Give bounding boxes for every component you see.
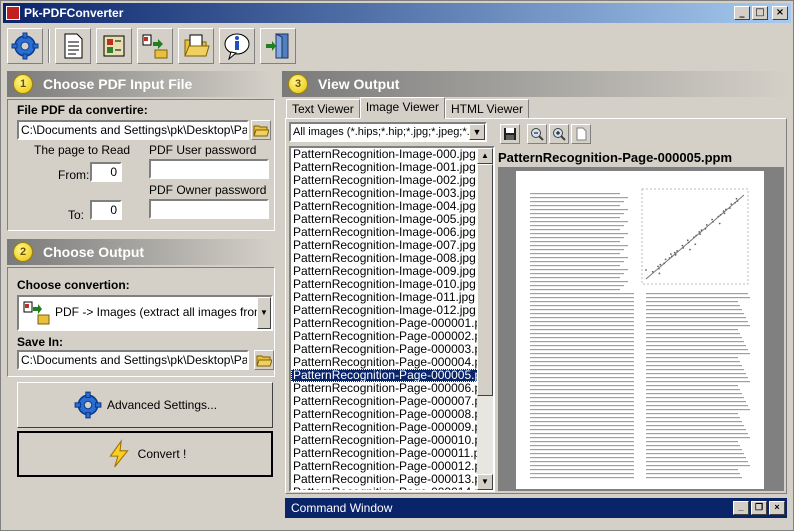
page-preview-image	[516, 171, 764, 489]
convert-label: Convert !	[137, 447, 187, 461]
open-folder-icon	[256, 355, 272, 367]
open-tool-button[interactable]	[178, 28, 214, 64]
toolbar-separator	[48, 29, 50, 63]
step-number-badge: 1	[13, 74, 33, 94]
document-page-thumbnail	[530, 188, 750, 479]
output-group: Choose convertion: PDF -> Images (extrac…	[7, 267, 275, 377]
scroll-up-arrow-icon[interactable]: ▲	[477, 148, 493, 164]
view-panel-header: 3 View Output	[282, 71, 791, 97]
info-icon	[224, 33, 250, 60]
open-folder-icon	[184, 34, 210, 57]
app-window: Pk-PDFConverter _ □ × 1 Choose PDF Input…	[0, 0, 794, 531]
preview-file-title: PatternRecognition-Page-000005.ppm	[498, 150, 733, 165]
app-icon	[6, 6, 20, 20]
input-panel-title: Choose PDF Input File	[43, 76, 193, 92]
scroll-down-arrow-icon[interactable]: ▼	[477, 474, 493, 490]
fit-page-button[interactable]	[571, 124, 591, 144]
from-page-field[interactable]: 0	[90, 162, 122, 182]
conversion-label: Choose convertion:	[17, 278, 130, 292]
user-password-label: PDF User password	[149, 143, 257, 157]
left-panel: 1 Choose PDF Input File File PDF da conv…	[7, 71, 275, 489]
file-list-item[interactable]: PatternRecognition-Page-000014.ppm	[291, 486, 493, 491]
book-tool-button[interactable]	[96, 28, 132, 64]
book-icon	[103, 35, 125, 57]
page-to-read-label: The page to Read	[34, 143, 131, 157]
zoom-in-icon	[553, 128, 566, 141]
file-type-filter-value: All images (*.hips;*.hip;*.jpg;*.jpeg;*.…	[293, 126, 487, 138]
input-panel-header: 1 Choose PDF Input File	[7, 71, 273, 97]
gear-icon	[74, 391, 102, 419]
viewer-tabs: Text Viewer Image Viewer HTML Viewer	[286, 97, 529, 119]
maximize-button[interactable]: □	[752, 6, 768, 20]
output-panel-header: 2 Choose Output	[7, 239, 273, 265]
close-button[interactable]: ×	[769, 501, 785, 515]
info-tool-button[interactable]	[219, 28, 255, 64]
view-panel-title: View Output	[318, 76, 400, 92]
convert-files-icon	[22, 299, 50, 325]
file-list[interactable]: PatternRecognition-Image-000.jpg PatternR…	[289, 146, 495, 492]
advanced-settings-button[interactable]: Advanced Settings...	[17, 382, 273, 428]
document-icon	[64, 33, 83, 59]
from-label: From:	[58, 168, 90, 182]
zoom-in-button[interactable]	[549, 124, 569, 144]
lightning-icon	[109, 439, 129, 468]
scrollbar-thumb[interactable]	[477, 164, 493, 396]
blank-page-icon	[576, 127, 587, 141]
close-button[interactable]: ×	[772, 6, 788, 20]
convert-button[interactable]: Convert !	[17, 431, 273, 477]
view-output-panel: 3 View Output Text Viewer Image Viewer H…	[282, 71, 791, 526]
owner-password-label: PDF Owner password	[149, 183, 267, 197]
minimize-button[interactable]: _	[734, 6, 750, 20]
browse-input-button[interactable]	[251, 120, 271, 140]
command-window-label: Command Window	[291, 501, 393, 515]
toolbar	[3, 25, 791, 67]
convert-tool-button[interactable]	[137, 28, 173, 64]
document-tool-button[interactable]	[55, 28, 91, 64]
file-list-scrollbar[interactable]: ▲ ▼	[477, 148, 493, 490]
exit-door-icon	[266, 33, 289, 59]
output-panel-title: Choose Output	[43, 244, 145, 260]
minimize-button[interactable]: _	[733, 501, 749, 515]
conversion-select[interactable]: PDF -> Images (extract all images from P…	[17, 295, 273, 331]
title-bar: Pk-PDFConverter _ □ ×	[3, 3, 791, 23]
zoom-out-button[interactable]	[527, 124, 547, 144]
restore-button[interactable]: ❐	[751, 501, 767, 515]
save-in-field[interactable]: C:\Documents and Settings\pk\Desktop\Pat…	[17, 350, 249, 370]
file-label: File PDF da convertire:	[17, 103, 148, 117]
advanced-settings-label: Advanced Settings...	[106, 398, 218, 412]
to-page-field[interactable]: 0	[90, 200, 122, 220]
zoom-out-icon	[531, 128, 544, 141]
save-image-button[interactable]	[500, 124, 520, 144]
to-label: To:	[68, 208, 85, 222]
convert-files-icon	[142, 34, 168, 59]
exit-tool-button[interactable]	[260, 28, 296, 64]
floppy-disk-icon	[504, 128, 516, 140]
command-window-bar[interactable]: Command Window _ ❐ ×	[285, 498, 787, 518]
browse-output-button[interactable]	[254, 350, 274, 370]
tab-text-viewer[interactable]: Text Viewer	[286, 99, 360, 119]
window-title: Pk-PDFConverter	[24, 6, 124, 20]
step-number-badge: 3	[288, 74, 308, 94]
open-folder-icon	[253, 125, 269, 137]
user-password-field[interactable]	[149, 159, 269, 179]
settings-tool-button[interactable]	[7, 28, 43, 64]
input-file-field[interactable]: C:\Documents and Settings\pk\Desktop\Pat…	[17, 120, 249, 140]
tab-image-viewer[interactable]: Image Viewer	[359, 97, 445, 119]
gear-icon	[11, 32, 39, 60]
image-preview-area[interactable]	[498, 167, 784, 491]
file-type-filter-select[interactable]: All images (*.hips;*.hip;*.jpg;*.jpeg;*.…	[289, 122, 487, 142]
save-in-label: Save In:	[17, 335, 64, 349]
owner-password-field[interactable]	[149, 199, 269, 219]
step-number-badge: 2	[13, 242, 33, 262]
input-file-group: File PDF da convertire: C:\Documents and…	[7, 99, 275, 231]
image-viewer-body: All images (*.hips;*.hip;*.jpg;*.jpeg;*.…	[285, 118, 787, 494]
tab-html-viewer[interactable]: HTML Viewer	[444, 99, 529, 119]
chevron-down-icon[interactable]: ▼	[257, 297, 271, 329]
chevron-down-icon[interactable]: ▼	[469, 124, 485, 140]
